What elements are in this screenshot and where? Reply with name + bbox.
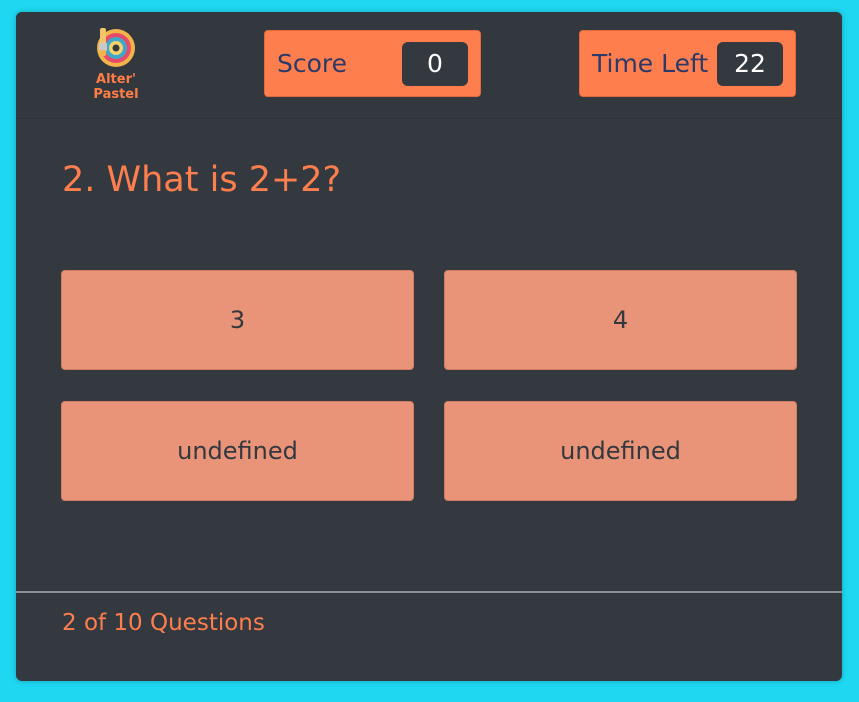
- timer-box: Time Left 22: [579, 30, 796, 97]
- answer-option-4[interactable]: undefined: [444, 401, 797, 501]
- score-label: Score: [277, 49, 348, 78]
- logo-text-line1: Alter': [96, 72, 136, 87]
- score-value: 0: [402, 42, 468, 86]
- palette-icon: [97, 28, 135, 67]
- quiz-card: Alter' Pastel Score 0 Time Left 22 2. Wh…: [16, 12, 842, 681]
- time-left-label: Time Left: [592, 49, 709, 78]
- footer-divider: [16, 591, 842, 593]
- question-text: 2. What is 2+2?: [62, 160, 342, 200]
- score-box: Score 0: [264, 30, 481, 97]
- quiz-header: Alter' Pastel Score 0 Time Left 22: [16, 12, 842, 119]
- answer-option-3[interactable]: undefined: [61, 401, 414, 501]
- time-left-value: 22: [717, 42, 783, 86]
- brand-logo: Alter' Pastel: [86, 26, 146, 106]
- question-progress: 2 of 10 Questions: [62, 610, 265, 636]
- answer-option-1[interactable]: 3: [61, 270, 414, 370]
- logo-text-line2: Pastel: [93, 87, 139, 102]
- answer-option-2[interactable]: 4: [444, 270, 797, 370]
